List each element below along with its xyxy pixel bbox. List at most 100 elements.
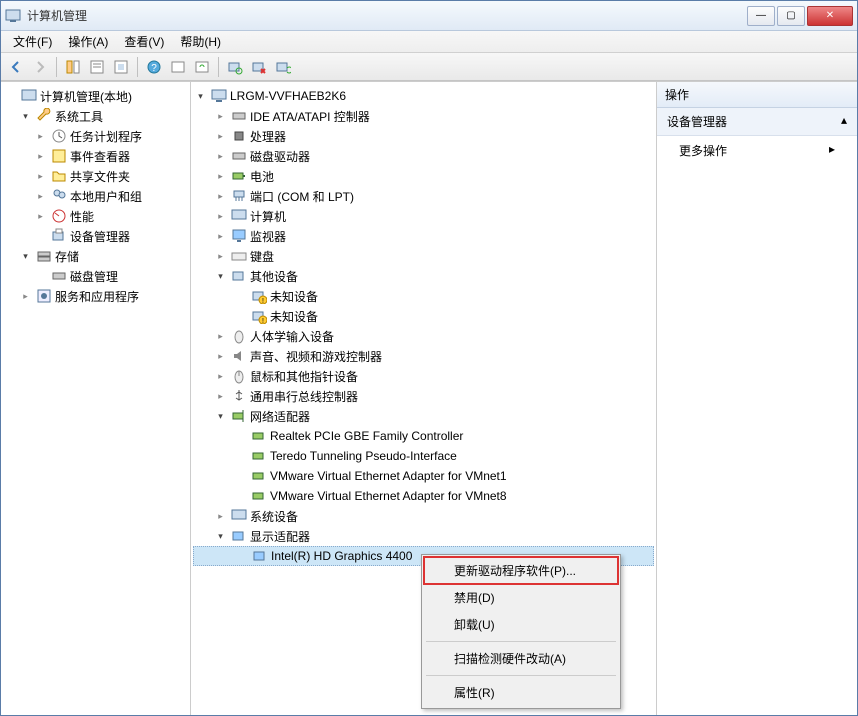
tree-label: 声音、视频和游戏控制器 [250,348,382,365]
tree-toggle[interactable] [213,209,228,224]
uninstall-button[interactable] [248,56,270,78]
back-button[interactable] [5,56,27,78]
ctx-scan-hardware[interactable]: 扫描检测硬件改动(A) [424,645,618,672]
device-net-adapter[interactable]: VMware Virtual Ethernet Adapter for VMne… [193,466,654,486]
menu-help[interactable]: 帮助(H) [172,31,229,52]
tree-toggle[interactable] [18,249,33,264]
menu-file[interactable]: 文件(F) [5,31,60,52]
ctx-separator [426,641,616,642]
help-button[interactable]: ? [143,56,165,78]
device-ide[interactable]: IDE ATA/ATAPI 控制器 [193,106,654,126]
export-button[interactable] [110,56,132,78]
view-button[interactable] [167,56,189,78]
tree-local-users[interactable]: 本地用户和组 [3,186,188,206]
tree-disk-mgmt[interactable]: 磁盘管理 [3,266,188,286]
tree-label: 端口 (COM 和 LPT) [250,188,354,205]
tree-toggle[interactable] [18,289,33,304]
device-net-adapter[interactable]: VMware Virtual Ethernet Adapter for VMne… [193,486,654,506]
device-battery[interactable]: 电池 [193,166,654,186]
tree-event-viewer[interactable]: 事件查看器 [3,146,188,166]
tree-toggle[interactable] [233,489,248,504]
tree-storage[interactable]: 存储 [3,246,188,266]
tree-toggle[interactable] [18,109,33,124]
collapse-icon[interactable]: ▴ [841,113,847,130]
refresh-button[interactable] [191,56,213,78]
device-network[interactable]: 网络适配器 [193,406,654,426]
tree-toggle[interactable] [213,129,228,144]
device-net-adapter[interactable]: Realtek PCIe GBE Family Controller [193,426,654,446]
tree-toggle[interactable] [213,189,228,204]
show-hide-button[interactable] [62,56,84,78]
tree-shared-folders[interactable]: 共享文件夹 [3,166,188,186]
tree-toggle[interactable] [3,89,18,104]
actions-more[interactable]: 更多操作 ▸ [657,136,857,165]
tree-toggle[interactable] [33,129,48,144]
scan-button[interactable] [224,56,246,78]
device-unknown[interactable]: !未知设备 [193,286,654,306]
actions-section[interactable]: 设备管理器 ▴ [657,108,857,136]
tree-system-tools[interactable]: 系统工具 [3,106,188,126]
tree-toggle[interactable] [213,369,228,384]
device-monitor[interactable]: 监视器 [193,226,654,246]
tree-toggle[interactable] [33,149,48,164]
tree-services[interactable]: 服务和应用程序 [3,286,188,306]
device-pc[interactable]: 计算机 [193,206,654,226]
tree-toggle[interactable] [233,429,248,444]
device-ports[interactable]: 端口 (COM 和 LPT) [193,186,654,206]
device-usb[interactable]: 通用串行总线控制器 [193,386,654,406]
tree-toggle[interactable] [33,209,48,224]
tree-root[interactable]: 计算机管理(本地) [3,86,188,106]
tree-toggle[interactable] [193,89,208,104]
tree-toggle[interactable] [213,389,228,404]
ctx-properties[interactable]: 属性(R) [424,679,618,706]
tree-task-scheduler[interactable]: 任务计划程序 [3,126,188,146]
tree-performance[interactable]: 性能 [3,206,188,226]
tree-toggle[interactable] [213,509,228,524]
tree-toggle[interactable] [213,529,228,544]
tree-toggle[interactable] [33,269,48,284]
tree-device-manager[interactable]: 设备管理器 [3,226,188,246]
device-disk[interactable]: 磁盘驱动器 [193,146,654,166]
device-other[interactable]: 其他设备 [193,266,654,286]
tree-toggle[interactable] [213,349,228,364]
ctx-uninstall[interactable]: 卸载(U) [424,611,618,638]
minimize-button[interactable]: — [747,6,775,26]
tree-toggle[interactable] [234,549,249,564]
device-computer[interactable]: LRGM-VVFHAEB2K6 [193,86,654,106]
tree-toggle[interactable] [213,409,228,424]
menu-action[interactable]: 操作(A) [60,31,116,52]
tree-toggle[interactable] [33,169,48,184]
close-button[interactable]: ✕ [807,6,853,26]
device-system[interactable]: 系统设备 [193,506,654,526]
tree-toggle[interactable] [233,309,248,324]
menu-view[interactable]: 查看(V) [116,31,172,52]
update-button[interactable] [272,56,294,78]
device-display[interactable]: 显示适配器 [193,526,654,546]
device-net-adapter[interactable]: Teredo Tunneling Pseudo-Interface [193,446,654,466]
tree-toggle[interactable] [213,329,228,344]
ctx-disable[interactable]: 禁用(D) [424,584,618,611]
tree-toggle[interactable] [213,169,228,184]
maximize-button[interactable]: ▢ [777,6,805,26]
tree-toggle[interactable] [33,189,48,204]
tree-toggle[interactable] [213,229,228,244]
device-keyboard[interactable]: 键盘 [193,246,654,266]
device-unknown[interactable]: !未知设备 [193,306,654,326]
wrench-icon [36,108,52,124]
device-sound[interactable]: 声音、视频和游戏控制器 [193,346,654,366]
device-mouse[interactable]: 鼠标和其他指针设备 [193,366,654,386]
tree-toggle[interactable] [233,469,248,484]
forward-button[interactable] [29,56,51,78]
ctx-update-driver[interactable]: 更新驱动程序软件(P)... [424,557,618,584]
device-hid[interactable]: 人体学输入设备 [193,326,654,346]
system-icon [231,508,247,524]
properties-button[interactable] [86,56,108,78]
tree-toggle[interactable] [213,269,228,284]
tree-toggle[interactable] [33,229,48,244]
tree-toggle[interactable] [213,109,228,124]
tree-toggle[interactable] [213,149,228,164]
tree-toggle[interactable] [233,289,248,304]
tree-toggle[interactable] [233,449,248,464]
tree-toggle[interactable] [213,249,228,264]
device-cpu[interactable]: 处理器 [193,126,654,146]
